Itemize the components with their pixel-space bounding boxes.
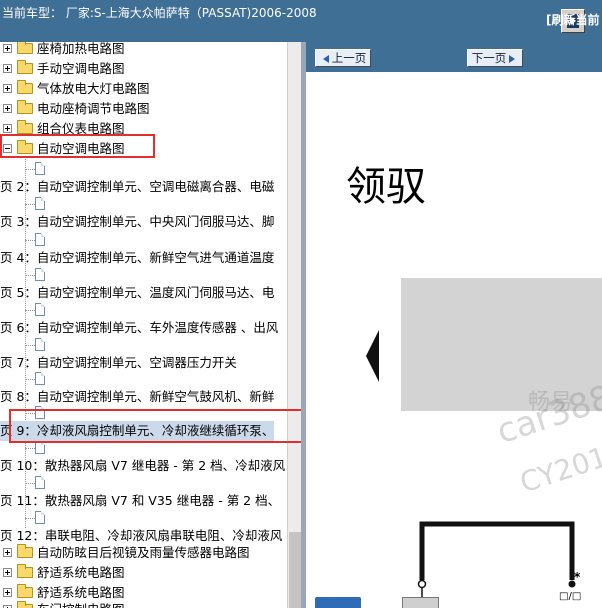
tree-connector-line (25, 483, 35, 484)
expand-plus-icon[interactable] (3, 64, 12, 73)
tree-item-label: 手动空调电路图 (37, 61, 125, 76)
arrow-left-icon (322, 54, 329, 63)
document-icon (35, 162, 45, 175)
highlight-box-auto-ac (0, 134, 155, 158)
scrollbar-thumb[interactable] (289, 532, 301, 608)
refresh-current-link[interactable]: [刷新当前 (546, 11, 600, 28)
tree-item-label: 页 2：自动空调控制单元、空调电磁离合器、电磁 (0, 179, 275, 194)
expand-plus-icon[interactable] (3, 548, 12, 557)
prev-page-label: 上一页 (331, 51, 367, 65)
folder-icon (17, 100, 33, 114)
current-model-title: 当前车型： 厂家:S-上海大众帕萨特（PASSAT)2006-2008 (2, 6, 317, 20)
connector-terminal (417, 579, 427, 589)
document-icon (35, 511, 45, 524)
pin-label: □/□ (559, 591, 582, 602)
tree-item-label: 页 4：自动空调控制单元、新鲜空气进气通道温度 (0, 250, 275, 265)
tree-item-label: 气体放电大灯电路图 (37, 81, 150, 96)
highlight-box-page-9 (9, 409, 303, 443)
document-icon (35, 268, 45, 281)
expand-plus-icon[interactable] (3, 84, 12, 93)
prev-page-button[interactable]: 上一页 (315, 49, 371, 67)
folder-icon (17, 544, 33, 558)
expand-plus-icon[interactable] (3, 568, 12, 577)
folder-icon (17, 564, 33, 578)
window-titlebar: 当前车型： 厂家:S-上海大众帕萨特（PASSAT)2006-2008 (0, 0, 602, 42)
next-page-label: 下一页 (471, 51, 507, 65)
folder-icon (17, 42, 33, 54)
tree-connector-line (25, 169, 35, 170)
tree-item-label: 页 5：自动空调控制单元、温度风门伺服马达、电 (0, 285, 275, 300)
wire-path (419, 521, 575, 580)
document-icon (35, 338, 45, 351)
note-star: * (574, 570, 581, 584)
document-toolbar: 上一页 下一页 (306, 42, 602, 72)
folder-icon (17, 60, 33, 74)
tree-connector-line (25, 379, 35, 380)
tree-connector-line (25, 204, 35, 205)
expand-plus-icon[interactable] (3, 104, 12, 113)
tree-item-label: 自动防眩目后视镜及雨量传感器电路图 (37, 545, 250, 560)
folder-icon (17, 120, 33, 134)
folder-icon (17, 601, 33, 608)
diagram-document: 领驭 畅易 car388.c CY201 * □/□ (306, 72, 602, 608)
expand-plus-icon[interactable] (3, 588, 12, 597)
tree-item-label: 座椅加热电路图 (37, 42, 125, 56)
tree-connector-line (25, 240, 35, 241)
next-page-button[interactable]: 下一页 (467, 49, 523, 67)
circuit-wires (417, 521, 576, 598)
tree-connector-line (25, 345, 35, 346)
expand-plus-icon[interactable] (3, 44, 12, 53)
tree-scrollbar[interactable] (287, 42, 302, 608)
circuit-diagram-tree[interactable]: 座椅加热电路图 手动空调电路图 气体放电大灯电路图 电动座椅调节电路图 组合仪表… (0, 42, 287, 608)
folder-icon (17, 80, 33, 94)
blue-component-block (315, 597, 361, 608)
tree-item-label: 页 6：自动空调控制单元、车外温度传感器 、出风 (0, 320, 279, 335)
expand-plus-icon[interactable] (3, 124, 12, 133)
document-icon (35, 372, 45, 385)
tree-item-label: 页 11：散热器风扇 V7 和 V35 继电器 - 第 2 档、 (0, 493, 281, 508)
tree-item-label: 页 7：自动空调控制单元、空调器压力开关 (0, 355, 237, 370)
document-icon (35, 303, 45, 316)
tree-item-label: 电动座椅调节电路图 (37, 101, 150, 116)
arrow-right-icon (509, 54, 516, 63)
tree-item-label: 页 8：自动空调控制单元、新鲜空气鼓风机、新鲜 (0, 389, 275, 404)
tree-connector-line (25, 518, 35, 519)
tree-item-label: 车门控制电路图 (37, 600, 125, 608)
gray-component-block (402, 597, 439, 608)
tree-connector-line (25, 275, 35, 276)
document-icon (35, 233, 45, 246)
document-icon (35, 197, 45, 210)
folder-icon (17, 584, 33, 598)
tree-connector-line (25, 310, 35, 311)
tree-connector-line (25, 448, 35, 449)
tree-item-label: 页 3：自动空调控制单元、中央风门伺服马达、脚 (0, 214, 275, 229)
tree-item-label: 页 10：散热器风扇 V7 继电器 - 第 2 档、冷却液风 (0, 458, 286, 473)
document-icon (35, 476, 45, 489)
tree-item-label: 舒适系统电路图 (37, 565, 125, 580)
